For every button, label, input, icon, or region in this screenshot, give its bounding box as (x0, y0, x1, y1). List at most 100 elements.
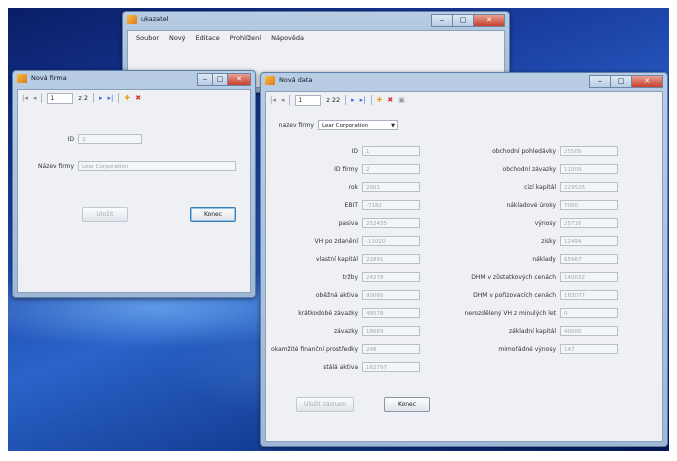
ulozit-zaznam-button[interactable]: Uložit záznam (296, 397, 354, 412)
menu-prohlizeni[interactable]: Prohlížení (230, 31, 261, 45)
app-icon (17, 74, 27, 83)
field-label: nerozdělený VH z minulých let (464, 310, 556, 317)
position-input[interactable]: 1 (47, 92, 74, 104)
field-value[interactable]: 40000 (560, 326, 618, 336)
field-label: krátkodobé závazky (298, 310, 358, 317)
window-controls: ‒ □ ✕ (431, 14, 505, 27)
field-value[interactable]: 12494 (560, 236, 618, 246)
konec-button[interactable]: Konec (384, 397, 430, 412)
field-value[interactable]: 1 (362, 146, 420, 156)
close-button[interactable]: ✕ (473, 14, 505, 27)
navigator-toolbar: |◂ ◂ 1 z 22 ▸ ▸| ✚ ✖ ▣ (270, 94, 405, 106)
field-label: DHM v pořizovacích cenách (473, 292, 556, 299)
konec-button[interactable]: Konec (190, 207, 236, 222)
record-count: z 2 (78, 94, 89, 102)
field-value[interactable]: 7060 (560, 200, 618, 210)
firma-window-client: |◂ ◂ 1 z 2 ▸ ▸| ✚ ✖ ID 2 Název firmy Lea… (17, 89, 251, 293)
minimize-button[interactable]: ‒ (431, 14, 453, 27)
toolbar-separator (118, 93, 120, 103)
delete-icon[interactable]: ✖ (387, 96, 393, 104)
data-window-titlebar[interactable]: Nová data ‒ □ ✕ (261, 73, 667, 89)
field-value[interactable]: 25716 (560, 218, 618, 228)
move-next-icon[interactable]: ▸ (351, 96, 355, 104)
field-value[interactable]: 140032 (560, 272, 618, 282)
field-label: cizí kapitál (524, 184, 556, 191)
field-value[interactable]: 2 (362, 164, 420, 174)
move-previous-icon[interactable]: ◂ (33, 94, 37, 102)
company-select-value: Lear Corporation (322, 123, 369, 129)
add-new-icon[interactable]: ✚ (124, 94, 130, 102)
field-value[interactable]: 229525 (560, 182, 618, 192)
field-value[interactable]: 90066 (362, 290, 420, 300)
company-name-label: Název firmy (38, 163, 74, 170)
move-previous-icon[interactable]: ◂ (281, 96, 285, 104)
add-new-icon[interactable]: ✚ (377, 96, 383, 104)
field-value[interactable]: 25505 (560, 146, 618, 156)
field-value[interactable]: 24278 (362, 272, 420, 282)
field-value[interactable]: 183077 (560, 290, 618, 300)
field-value[interactable]: 48578 (362, 308, 420, 318)
chevron-down-icon[interactable]: ▼ (391, 121, 395, 131)
field-label: DHM v zůstatkových cenách (471, 274, 556, 281)
window-controls: ‒ □ ✕ (197, 73, 251, 86)
firma-window-titlebar[interactable]: Nová firma ‒ □ ✕ (13, 71, 255, 87)
field-value[interactable]: 248 (362, 344, 420, 354)
field-label: výnosy (534, 220, 556, 227)
field-value[interactable]: -11020 (362, 236, 420, 246)
move-last-icon[interactable]: ▸| (360, 96, 366, 104)
field-label: vlastní kapitál (316, 256, 358, 263)
field-label: zisky (541, 238, 556, 245)
toolbar-separator (41, 93, 43, 103)
field-value[interactable]: 162797 (362, 362, 420, 372)
navigator-toolbar: |◂ ◂ 1 z 2 ▸ ▸| ✚ ✖ (22, 92, 141, 104)
main-window-titlebar[interactable]: ukazatel ‒ □ ✕ (123, 12, 509, 28)
field-label: VH po zdanění (314, 238, 358, 245)
firma-window-title: Nová firma (31, 74, 67, 82)
save-icon[interactable]: ▣ (398, 96, 405, 104)
maximize-button[interactable]: □ (610, 75, 632, 88)
move-last-icon[interactable]: ▸| (108, 94, 114, 102)
toolbar-separator (289, 95, 291, 105)
field-value[interactable]: 65967 (560, 254, 618, 264)
close-button[interactable]: ✕ (227, 73, 251, 86)
field-value[interactable]: 2001 (362, 182, 420, 192)
field-label: pasiva (338, 220, 358, 227)
menu-napoveda[interactable]: Nápověda (271, 31, 304, 45)
minimize-button[interactable]: ‒ (197, 73, 213, 86)
toolbar-separator (370, 95, 372, 105)
maximize-button[interactable]: □ (452, 14, 474, 27)
field-label: okamžité finanční prostředky (270, 346, 358, 353)
maximize-button[interactable]: □ (212, 73, 228, 86)
field-value[interactable]: 147 (560, 344, 618, 354)
field-label: náklady (532, 256, 556, 263)
move-next-icon[interactable]: ▸ (99, 94, 103, 102)
minimize-button[interactable]: ‒ (589, 75, 611, 88)
company-name-field[interactable]: Lear Corporation (78, 161, 236, 171)
id-label: ID (67, 136, 74, 143)
window-controls: ‒ □ ✕ (589, 75, 663, 88)
firma-window: Nová firma ‒ □ ✕ |◂ ◂ 1 z 2 ▸ ▸| ✚ ✖ ID (12, 70, 256, 298)
menu-novy[interactable]: Nový (169, 31, 186, 45)
close-button[interactable]: ✕ (631, 75, 663, 88)
field-value[interactable]: 18683 (362, 326, 420, 336)
ulozit-button[interactable]: Uložit (82, 207, 128, 222)
move-first-icon[interactable]: |◂ (22, 94, 28, 102)
data-window-title: Nová data (279, 76, 313, 84)
field-label: obchodní pohledávky (492, 148, 556, 155)
menu-soubor[interactable]: Soubor (136, 31, 159, 45)
field-label: ID firmy (334, 166, 358, 173)
delete-icon[interactable]: ✖ (135, 94, 141, 102)
move-first-icon[interactable]: |◂ (270, 96, 276, 104)
menu-editace[interactable]: Editace (196, 31, 220, 45)
id-field[interactable]: 2 (78, 134, 142, 144)
record-count: z 22 (326, 96, 341, 104)
field-value[interactable]: 22891 (362, 254, 420, 264)
field-value[interactable]: 252435 (362, 218, 420, 228)
field-value[interactable]: 11009 (560, 164, 618, 174)
position-input[interactable]: 1 (295, 94, 322, 106)
app-icon (127, 15, 137, 24)
field-value[interactable]: 0 (560, 308, 618, 318)
field-value[interactable]: -7182 (362, 200, 420, 210)
company-select[interactable]: Lear Corporation ▼ (318, 120, 398, 130)
desktop-background: ukazatel ‒ □ ✕ Soubor Nový Editace Prohl… (8, 8, 669, 451)
